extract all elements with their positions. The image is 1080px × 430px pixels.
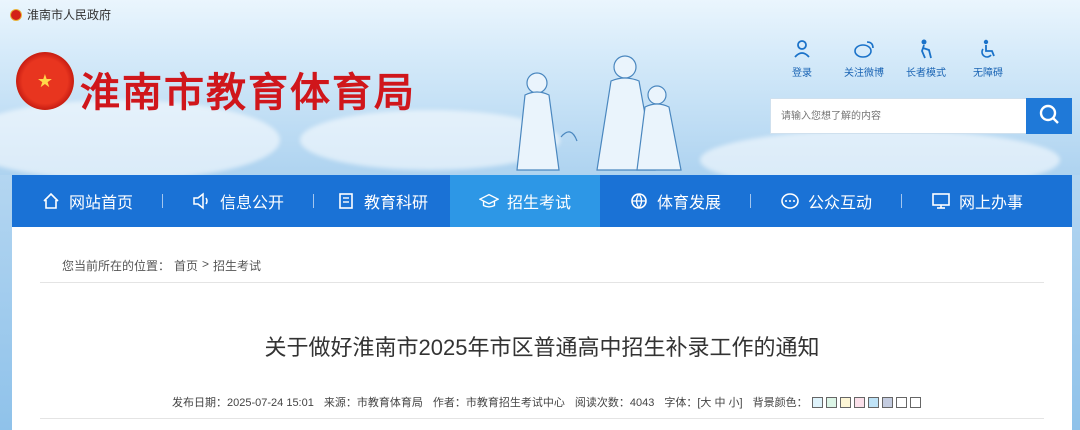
content-panel: 您当前所在的位置： 首页 > 招生考试 关于做好淮南市2025年市区普通高中招生… [12,227,1072,430]
sages-illustration [516,55,682,171]
home-icon [41,191,61,211]
breadcrumb-separator: > [202,257,210,271]
search-input[interactable] [770,98,1026,134]
site-title: 淮南市教育体育局 [80,70,416,116]
speaker-icon [192,191,212,211]
breadcrumb-home-link[interactable]: 首页 [174,257,198,274]
meta-views: 阅读次数：4043 [575,394,654,410]
elder-mode-label: 长者模式 [906,68,946,79]
font-size-medium[interactable]: 中 [714,397,725,409]
meta-author-value: 市教育招生考试中心 [465,397,565,409]
nav-item-admissions[interactable]: 招生考试 [450,175,600,227]
ball-icon [629,191,649,211]
bg-color-swatch[interactable] [853,396,865,408]
bg-color-swatch[interactable] [811,396,823,408]
bg-color-swatch[interactable] [839,396,851,408]
top-bar-label: 淮南市人民政府 [27,8,112,22]
meta-views-label: 阅读次数： [574,397,630,409]
weibo-icon [853,38,875,60]
chat-icon [780,191,800,211]
meta-source-value: 市教育体育局 [356,397,423,409]
nav-label: 公众互动 [807,195,872,212]
login-button[interactable]: 登录 [780,38,824,79]
follow-weibo-button[interactable]: 关注微博 [842,38,886,79]
follow-weibo-label: 关注微博 [844,68,884,79]
national-emblem-icon [10,8,22,21]
meta-date: 发布日期：2025-07-24 15:01 [172,394,314,410]
article-meta: 发布日期：2025-07-24 15:01 来源：市教育体育局 作者：市教育招生… [172,394,921,410]
login-label: 登录 [792,68,812,79]
main-nav: 网站首页 信息公开 教育科研 招生考试 体育发展 公众互动 网上办事 [12,175,1072,227]
nav-label: 招生考试 [506,195,571,212]
breadcrumb-current-link[interactable]: 招生考试 [213,257,261,274]
meta-views-value: 4043 [629,397,655,409]
font-bracket-close: ] [739,397,743,409]
bg-color-swatch[interactable] [909,396,921,408]
bg-color-label: 背景颜色： [752,397,808,409]
divider [40,418,1044,419]
elder-icon [915,38,937,60]
top-bar-link[interactable]: 淮南市人民政府 [10,6,111,23]
accessibility-button[interactable]: 无障碍 [966,38,1010,79]
search-button[interactable] [1026,98,1072,134]
bg-color-control: 背景颜色： [753,394,921,410]
accessibility-label: 无障碍 [973,68,1003,79]
header: 淮南市人民政府 ★ 淮南市教育体育局 登录 关注微博 长者模式 无障碍 请输入您… [0,0,1080,175]
meta-date-value: 2025-07-24 15:01 [227,397,314,409]
bg-color-swatches [811,396,921,408]
meta-source-label: 来源： [323,397,357,409]
elder-mode-button[interactable]: 长者模式 [904,38,948,79]
meta-source: 来源：市教育体育局 [324,394,423,410]
national-emblem-logo: ★ [16,52,74,110]
meta-author-label: 作者： [432,397,466,409]
bg-color-swatch[interactable] [825,396,837,408]
nav-item-interaction[interactable]: 公众互动 [751,175,901,227]
toolbar: 登录 关注微博 长者模式 无障碍 [780,38,1010,79]
nav-item-online-services[interactable]: 网上办事 [902,175,1052,227]
nav-item-info-disclosure[interactable]: 信息公开 [163,175,313,227]
breadcrumb-prefix: 您当前所在的位置： [62,259,171,273]
bg-color-swatch[interactable] [881,396,893,408]
user-icon [791,38,813,60]
meta-author: 作者：市教育招生考试中心 [433,394,565,410]
search-icon [1038,103,1060,130]
font-size-small[interactable]: 小 [729,397,740,409]
bg-color-swatch[interactable] [867,396,879,408]
nav-label: 网上办事 [958,195,1023,212]
graduation-cap-icon [478,191,499,211]
font-size-large[interactable]: 大 [700,397,711,409]
font-size-label: 字体： [664,397,698,409]
search-bar [770,98,1072,134]
nav-label: 信息公开 [219,195,284,212]
nav-item-research[interactable]: 教育科研 [314,175,450,227]
meta-date-label: 发布日期： [172,397,227,409]
nav-item-sports[interactable]: 体育发展 [600,175,750,227]
bg-color-swatch[interactable] [895,396,907,408]
font-size-control: 字体：[大 中 小] [664,394,742,410]
divider [40,282,1044,283]
cloud-decoration [700,130,1060,175]
nav-item-home[interactable]: 网站首页 [12,175,162,227]
monitor-icon [931,191,951,211]
breadcrumb: 您当前所在的位置： 首页 > 招生考试 [62,257,261,274]
article-title: 关于做好淮南市2025年市区普通高中招生补录工作的通知 [264,335,820,360]
nav-label: 教育科研 [363,195,428,212]
accessibility-icon [977,38,999,60]
nav-label: 体育发展 [656,195,721,212]
book-icon [336,191,356,211]
nav-label: 网站首页 [68,195,133,212]
